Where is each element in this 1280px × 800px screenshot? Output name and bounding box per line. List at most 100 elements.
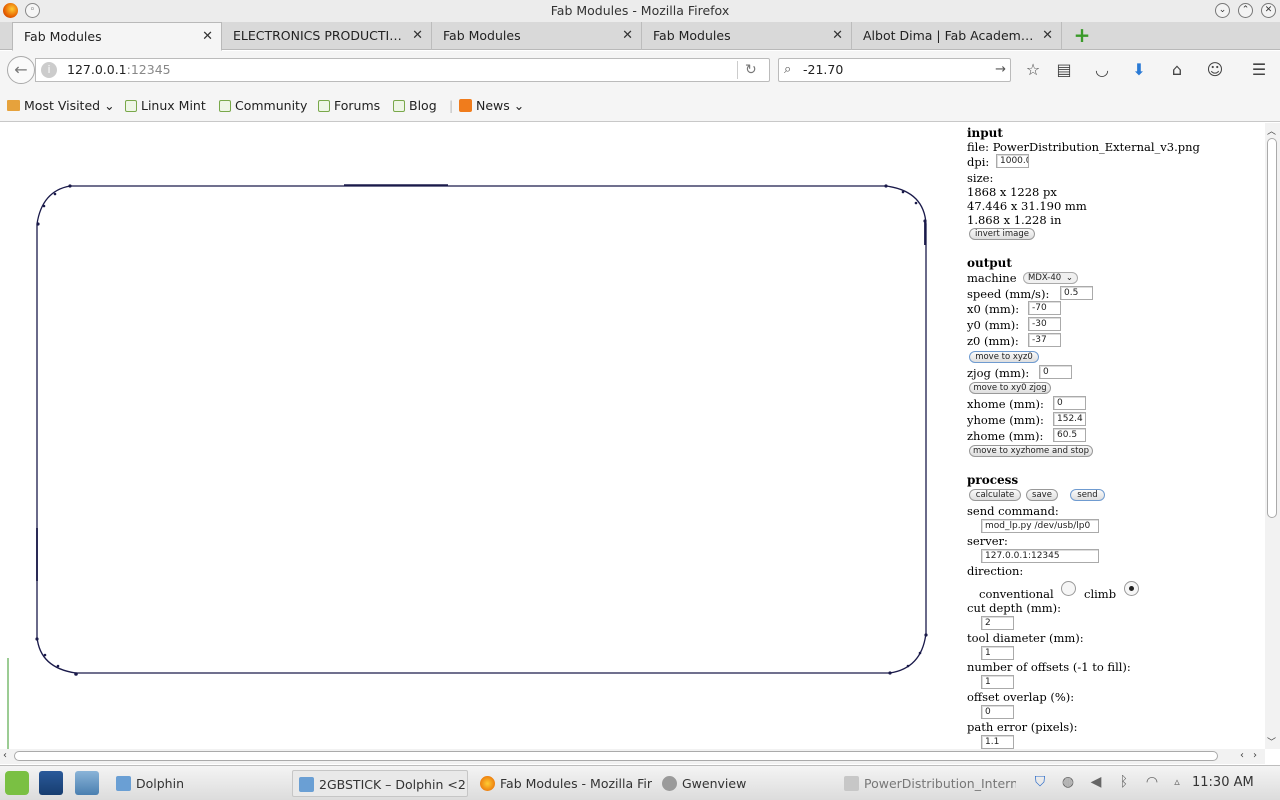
- reload-icon[interactable]: ↻: [745, 59, 757, 81]
- mint-favicon-icon: [219, 100, 231, 112]
- bookmark-forums[interactable]: Forums: [318, 89, 380, 122]
- browser-window: ◦ Fab Modules - Mozilla Firefox ⌄ ⌃ ✕ Fa…: [0, 0, 1280, 765]
- calculate-button[interactable]: calculate: [969, 489, 1021, 501]
- close-window-icon[interactable]: ✕: [1261, 3, 1276, 18]
- bookmark-star-icon[interactable]: ☆: [1022, 59, 1044, 81]
- bluetooth-icon[interactable]: ᛒ: [1115, 772, 1133, 792]
- taskbar-item-2gbstick[interactable]: 2GBSTICK – Dolphin <2>: [292, 770, 468, 797]
- search-box[interactable]: ⌕ -21.70 →: [778, 58, 1011, 82]
- close-tab-icon[interactable]: ✕: [622, 22, 633, 49]
- tab-label: Fab Modules: [24, 29, 102, 44]
- x0-input[interactable]: -70: [1028, 301, 1061, 315]
- show-desktop-icon[interactable]: [39, 771, 63, 795]
- new-tab-plus-icon[interactable]: +: [1073, 25, 1091, 45]
- tab-fab-modules-1[interactable]: Fab Modules ✕: [12, 22, 222, 51]
- yhome-input[interactable]: 152.4: [1053, 412, 1086, 426]
- move-to-xy0-zjog-button[interactable]: move to xy0 zjog: [969, 382, 1051, 394]
- file-manager-launcher-icon[interactable]: [75, 771, 99, 795]
- maximize-icon[interactable]: ⌃: [1238, 3, 1253, 18]
- bookmark-news[interactable]: News ⌄: [459, 89, 524, 122]
- chat-icon[interactable]: ☺: [1204, 59, 1226, 81]
- bookmark-blog[interactable]: Blog: [393, 89, 437, 122]
- path-error-label: path error (pixels):: [967, 720, 1078, 734]
- tab-fab-modules-3[interactable]: Fab Modules ✕: [642, 22, 852, 50]
- volume-icon[interactable]: ◀: [1087, 772, 1105, 792]
- menu-hamburger-icon[interactable]: ☰: [1248, 59, 1270, 81]
- close-tab-icon[interactable]: ✕: [202, 23, 213, 50]
- send-command-input[interactable]: mod_lp.py /dev/usb/lp0: [981, 519, 1099, 533]
- offsets-input[interactable]: 1: [981, 675, 1014, 689]
- pin-icon[interactable]: ◦: [25, 3, 40, 18]
- z0-input[interactable]: -37: [1028, 333, 1061, 347]
- tab-label: Fab Modules: [443, 28, 521, 43]
- pocket-icon[interactable]: ◡: [1091, 59, 1113, 81]
- bookmark-label: Linux Mint: [141, 98, 206, 113]
- taskbar-item-dolphin[interactable]: Dolphin: [110, 770, 288, 797]
- vertical-scrollbar[interactable]: ︿ ﹀: [1265, 123, 1280, 749]
- machine-select[interactable]: MDX-40 ⌄: [1023, 272, 1078, 284]
- zjog-input[interactable]: 0: [1039, 365, 1072, 379]
- close-tab-icon[interactable]: ✕: [412, 22, 423, 49]
- tray-expand-icon[interactable]: ▵: [1168, 772, 1186, 792]
- site-identity-icon[interactable]: i: [41, 62, 57, 78]
- network-globe-icon[interactable]: ◍: [1059, 772, 1077, 792]
- close-tab-icon[interactable]: ✕: [832, 22, 843, 49]
- dolphin-icon: [299, 777, 314, 792]
- speed-input[interactable]: 0.5: [1060, 286, 1093, 300]
- gwenview-icon: [662, 776, 677, 791]
- bookmark-most-visited[interactable]: Most Visited ⌄: [7, 89, 115, 122]
- save-button[interactable]: save: [1026, 489, 1058, 501]
- climb-radio[interactable]: [1124, 581, 1139, 596]
- scroll-left-arrow-icon[interactable]: ‹: [1240, 750, 1244, 761]
- overlap-input[interactable]: 0: [981, 705, 1014, 719]
- scroll-left-arrow-icon[interactable]: ‹: [3, 750, 7, 761]
- taskbar-item-firefox[interactable]: Fab Modules - Mozilla Fire: [474, 770, 652, 797]
- tab-albot-dima[interactable]: Albot Dima | Fab Academy... ✕: [852, 22, 1062, 50]
- tool-diameter-input[interactable]: 1: [981, 646, 1014, 660]
- bookmark-community[interactable]: Community: [219, 89, 307, 122]
- shield-icon[interactable]: ⛉: [1031, 772, 1049, 792]
- taskbar-item-gwenview[interactable]: Gwenview: [656, 770, 834, 797]
- conventional-radio[interactable]: [1061, 581, 1076, 596]
- scroll-down-arrow-icon[interactable]: ﹀: [1267, 735, 1276, 748]
- taskbar-item-powerdistribution[interactable]: PowerDistribution_Intern: [838, 770, 1016, 797]
- url-bar[interactable]: i 127.0.0.1:12345 ↻: [35, 58, 770, 82]
- reading-list-icon[interactable]: ▤: [1053, 59, 1075, 81]
- y0-input[interactable]: -30: [1028, 317, 1061, 331]
- vertical-scroll-thumb[interactable]: [1267, 138, 1277, 518]
- horizontal-scroll-thumb[interactable]: [14, 751, 1218, 761]
- scroll-right-arrow-icon[interactable]: ›: [1253, 750, 1257, 761]
- home-icon[interactable]: ⌂: [1166, 59, 1188, 81]
- bookmark-linux-mint[interactable]: Linux Mint: [125, 89, 206, 122]
- cut-depth-input[interactable]: 2: [981, 616, 1014, 630]
- clock[interactable]: 11:30 AM: [1192, 766, 1254, 800]
- move-to-xyz0-button[interactable]: move to xyz0: [969, 351, 1039, 363]
- tab-electronics-production[interactable]: ELECTRONICS PRODUCTION ✕: [222, 22, 432, 50]
- downloads-icon[interactable]: ⬇: [1128, 59, 1150, 81]
- file-row: file: PowerDistribution_External_v3.png: [967, 140, 1200, 154]
- back-arrow-icon[interactable]: ←: [7, 56, 35, 84]
- move-to-xyzhome-button[interactable]: move to xyzhome and stop: [969, 445, 1093, 457]
- send-button[interactable]: send: [1070, 489, 1105, 501]
- machine-label: machine: [967, 271, 1017, 285]
- tool-diameter-label: tool diameter (mm):: [967, 631, 1084, 645]
- bookmark-label: Forums: [334, 98, 381, 113]
- tab-fab-modules-2[interactable]: Fab Modules ✕: [432, 22, 642, 50]
- wifi-icon[interactable]: ◠: [1143, 772, 1161, 792]
- mint-menu-icon[interactable]: [5, 771, 29, 795]
- horizontal-scrollbar[interactable]: ‹ ‹ ›: [0, 749, 1265, 764]
- minimize-icon[interactable]: ⌄: [1215, 3, 1230, 18]
- close-tab-icon[interactable]: ✕: [1042, 22, 1053, 49]
- url-host: 127.0.0.1: [67, 62, 127, 77]
- path-error-input[interactable]: 1.1: [981, 735, 1014, 749]
- zjog-label: zjog (mm):: [967, 366, 1030, 380]
- url-port: :12345: [126, 62, 171, 77]
- search-go-arrow-icon[interactable]: →: [995, 59, 1006, 81]
- scroll-up-arrow-icon[interactable]: ︿: [1267, 124, 1276, 137]
- zhome-input[interactable]: 60.5: [1053, 428, 1086, 442]
- invert-image-button[interactable]: invert image: [969, 228, 1035, 240]
- dpi-input[interactable]: 1000.0: [996, 154, 1029, 168]
- url-text: 127.0.0.1:12345: [67, 59, 171, 81]
- server-input[interactable]: 127.0.0.1:12345: [981, 549, 1099, 563]
- xhome-input[interactable]: 0: [1053, 396, 1086, 410]
